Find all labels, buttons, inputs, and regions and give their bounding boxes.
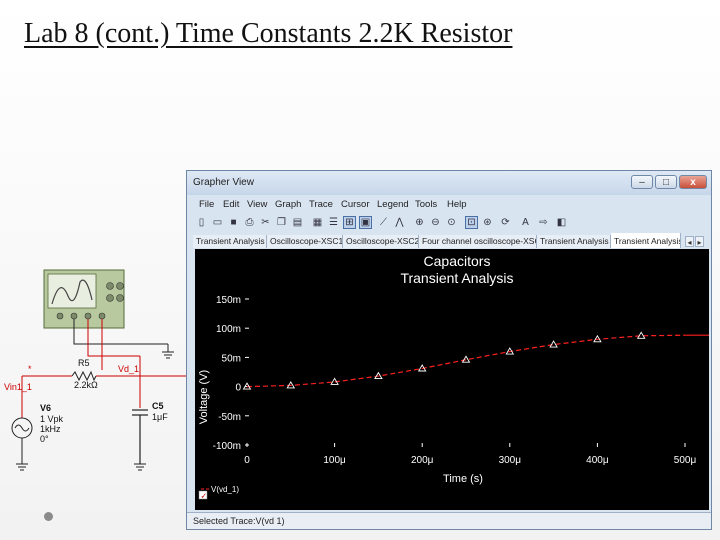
menu-graph[interactable]: Graph bbox=[275, 199, 301, 210]
tab-transient-analysis-1[interactable]: Transient Analysis bbox=[193, 235, 267, 248]
menu-tools[interactable]: Tools bbox=[415, 199, 437, 210]
paste-icon[interactable]: ▤ bbox=[291, 216, 304, 229]
menu-edit[interactable]: Edit bbox=[223, 199, 239, 210]
source-ground-symbol bbox=[16, 463, 28, 471]
tab-transient-analysis-2[interactable]: Transient Analysis bbox=[537, 235, 611, 248]
tab-four-channel-xsc3[interactable]: Four channel oscilloscope-XSC3 bbox=[419, 235, 537, 248]
x-tick-label: 300μ bbox=[499, 455, 522, 466]
source-frequency-label: 1kHz bbox=[40, 424, 61, 434]
legend-entry: V(vd_1) bbox=[211, 485, 239, 494]
menu-bar: File Edit View Graph Trace Cursor Legend… bbox=[187, 197, 711, 211]
x-tick-label: 0 bbox=[244, 455, 250, 466]
new-icon[interactable]: ▯ bbox=[195, 216, 208, 229]
x-tick-label: 100μ bbox=[323, 455, 346, 466]
toolbar: ▯ ▭ ■ ⎙ ✂ ❐ ▤ ▦ ☰ ⊞ ▣ ⟋ ⋀ ⊕ ⊖ ⊙ ⊡ ⊛ ⟳ A … bbox=[187, 213, 711, 233]
menu-file[interactable]: File bbox=[199, 199, 214, 210]
source-amplitude-label: 1 Vpk bbox=[40, 414, 64, 424]
chart-subtitle: Transient Analysis bbox=[400, 270, 513, 286]
save-icon[interactable]: ■ bbox=[227, 216, 240, 229]
tab-oscilloscope-xsc2[interactable]: Oscilloscope-XSC2 bbox=[343, 235, 419, 248]
fit-icon[interactable]: ⟳ bbox=[499, 216, 512, 229]
zoom-out-icon[interactable]: ⊖ bbox=[429, 216, 442, 229]
capacitor-ground-symbol bbox=[134, 463, 146, 471]
series-line[interactable] bbox=[246, 334, 686, 388]
capacitor-name-label: C5 bbox=[152, 401, 164, 411]
copy-icon[interactable]: ❐ bbox=[275, 216, 288, 229]
slide-bullet bbox=[44, 512, 53, 521]
print-icon[interactable]: ⎙ bbox=[243, 216, 256, 229]
resistor-symbol[interactable] bbox=[71, 370, 97, 382]
tab-bar: Transient Analysis Oscilloscope-XSC1 Osc… bbox=[187, 233, 711, 249]
net-label-out: Vd_1 bbox=[118, 364, 140, 374]
x-axis-ticks: 0 100μ 200μ 300μ 400μ 500μ bbox=[244, 443, 696, 466]
status-text: Selected Trace:V(vd 1) bbox=[193, 516, 285, 526]
grid-icon[interactable]: ▦ bbox=[311, 216, 324, 229]
overlay-icon[interactable]: ⋀ bbox=[393, 216, 406, 229]
chart-legend[interactable]: ✓ V(vd_1) bbox=[198, 485, 239, 501]
bw-icon[interactable]: ◧ bbox=[555, 216, 568, 229]
grapher-window[interactable]: Grapher View – □ x File Edit View Graph … bbox=[186, 170, 712, 530]
status-bar: Selected Trace:V(vd 1) bbox=[187, 512, 711, 529]
zoom-y-icon[interactable]: ⊛ bbox=[481, 216, 494, 229]
tab-oscilloscope-xsc1[interactable]: Oscilloscope-XSC1 bbox=[267, 235, 343, 248]
trace-icon[interactable]: ⟋ bbox=[377, 216, 390, 229]
tab-scroll-left-icon[interactable]: ◂ bbox=[685, 236, 694, 247]
capacitor-symbol[interactable] bbox=[132, 409, 148, 464]
y-tick-label: 150m bbox=[216, 295, 241, 306]
y-axis-label: Voltage (V) bbox=[198, 370, 210, 424]
x-tick-label: 400μ bbox=[586, 455, 609, 466]
menu-trace[interactable]: Trace bbox=[309, 199, 333, 210]
menu-help[interactable]: Help bbox=[447, 199, 467, 210]
x-tick-label: 500μ bbox=[674, 455, 697, 466]
menu-view[interactable]: View bbox=[247, 199, 267, 210]
scope-ground-symbol bbox=[162, 351, 174, 359]
source-name-label: V6 bbox=[40, 403, 52, 413]
y-axis-ticks: -100m -50m 0 50m 100m 150m bbox=[213, 295, 249, 452]
x-tick-label: 200μ bbox=[411, 455, 434, 466]
slide-title: Lab 8 (cont.) Time Constants 2.2K Resist… bbox=[24, 18, 513, 49]
zoom-x-icon[interactable]: ⊡ bbox=[465, 216, 478, 229]
oscilloscope-instrument[interactable] bbox=[43, 269, 125, 329]
resistor-name-label: R5 bbox=[78, 358, 90, 368]
circuit-schematic: R5 2.2kΩ * Vin1_1 Vd_1 V6 1 Vpk 1kHz 0° … bbox=[0, 260, 190, 480]
net-label-in: Vin1_1 bbox=[4, 382, 32, 392]
data-point-marker bbox=[461, 355, 471, 363]
zoom-area-icon[interactable]: ⊙ bbox=[445, 216, 458, 229]
menu-cursor[interactable]: Cursor bbox=[341, 199, 370, 210]
y-tick-label: 100m bbox=[216, 324, 241, 335]
y-tick-label: -100m bbox=[213, 441, 241, 452]
y-tick-label: -50m bbox=[218, 412, 241, 423]
chart-title: Capacitors bbox=[424, 253, 491, 269]
capacitor-value-label: 1μF bbox=[152, 412, 168, 422]
x-axis-label: Time (s) bbox=[443, 473, 483, 485]
tab-transient-analysis-active[interactable]: Transient Analysis bbox=[611, 233, 681, 248]
title-bar[interactable]: Grapher View – □ x bbox=[187, 171, 711, 195]
node-marker: * bbox=[28, 364, 32, 374]
minimize-button[interactable]: – bbox=[631, 175, 653, 189]
plot-area[interactable]: Capacitors Transient Analysis Voltage (V… bbox=[195, 249, 709, 510]
zoom-icon[interactable]: ▣ bbox=[359, 216, 372, 229]
close-button[interactable]: x bbox=[679, 175, 707, 189]
legend-icon[interactable]: ☰ bbox=[327, 216, 340, 229]
text-icon[interactable]: A bbox=[519, 216, 532, 229]
maximize-button[interactable]: □ bbox=[655, 175, 677, 189]
series-layer bbox=[242, 331, 709, 390]
cursor-icon[interactable]: ⊞ bbox=[343, 216, 356, 229]
resistor-value-label: 2.2kΩ bbox=[74, 380, 98, 390]
y-tick-label: 0 bbox=[235, 383, 241, 394]
cut-icon[interactable]: ✂ bbox=[259, 216, 272, 229]
source-phase-label: 0° bbox=[40, 434, 49, 444]
transient-chart[interactable]: Capacitors Transient Analysis Voltage (V… bbox=[195, 249, 709, 510]
open-icon[interactable]: ▭ bbox=[211, 216, 224, 229]
ac-source-symbol[interactable] bbox=[11, 417, 33, 464]
tab-scroll-right-icon[interactable]: ▸ bbox=[695, 236, 704, 247]
zoom-in-icon[interactable]: ⊕ bbox=[413, 216, 426, 229]
legend-check-icon: ✓ bbox=[201, 492, 208, 501]
export-icon[interactable]: ⇨ bbox=[537, 216, 550, 229]
y-tick-label: 50m bbox=[222, 353, 241, 364]
window-title: Grapher View bbox=[193, 177, 254, 188]
menu-legend[interactable]: Legend bbox=[377, 199, 409, 210]
